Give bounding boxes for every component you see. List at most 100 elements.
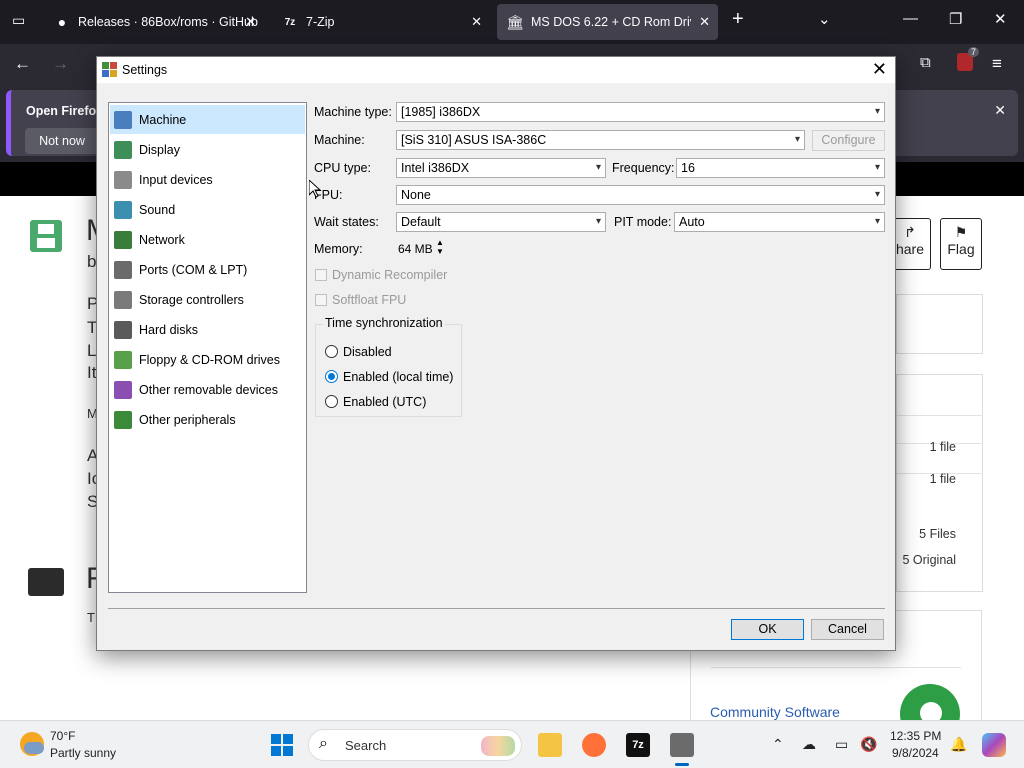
tab-list-icon[interactable]: ▭: [12, 12, 25, 29]
machine-type-select[interactable]: [1985] i386DX ▾: [396, 102, 885, 122]
chevron-down-icon: ▾: [874, 189, 880, 200]
forward-icon[interactable]: →: [52, 54, 69, 74]
tab-title: Releases · 86Box/roms · GitHub: [78, 15, 258, 29]
dynamic-recompiler-checkbox[interactable]: [315, 269, 327, 281]
file-explorer-icon[interactable]: [538, 733, 562, 757]
weather-icon[interactable]: [20, 732, 44, 756]
not-now-button[interactable]: Not now: [25, 128, 99, 154]
machine-select[interactable]: [SiS 310] ASUS ISA-386C ▾: [396, 130, 805, 150]
clock-time[interactable]: 12:35 PM: [890, 729, 941, 743]
chevron-down-icon: ▾: [874, 162, 880, 173]
mouse-cursor-icon: [309, 180, 321, 198]
tab-7zip[interactable]: 7z 7-Zip ✕: [272, 4, 490, 40]
time-sync-group: Time synchronization Disabled Enabled (l…: [315, 316, 462, 417]
minimize-icon[interactable]: —: [903, 10, 918, 27]
category-sound[interactable]: Sound: [110, 195, 305, 224]
close-icon[interactable]: ✕: [872, 59, 887, 80]
display-icon[interactable]: ▭: [835, 736, 848, 753]
category-network[interactable]: Network: [110, 225, 305, 254]
github-icon: ●: [57, 14, 67, 30]
info-panel: [896, 294, 983, 354]
chevron-up-icon[interactable]: ⌃: [772, 736, 784, 753]
extension-badge-count: 7: [967, 47, 979, 57]
search-icon: ⌕: [319, 735, 328, 752]
close-icon[interactable]: ✕: [994, 102, 1006, 119]
configure-button[interactable]: Configure: [812, 130, 885, 151]
new-tab-button[interactable]: +: [732, 8, 744, 31]
back-icon[interactable]: ←: [14, 54, 31, 74]
dialog-title-bar: Settings ✕: [97, 57, 895, 83]
time-sync-title: Time synchronization: [323, 316, 445, 330]
community-software-link[interactable]: Community Software: [710, 704, 840, 720]
restore-icon[interactable]: ❐: [949, 10, 962, 28]
clock-date[interactable]: 9/8/2024: [892, 746, 939, 760]
category-ports[interactable]: Ports (COM & LPT): [110, 255, 305, 284]
cpu-type-select[interactable]: Intel i386DX ▾: [396, 158, 606, 178]
time-sync-local-radio[interactable]: [325, 370, 338, 383]
notification-bell-icon[interactable]: 🔔: [950, 736, 967, 753]
machine-icon: [114, 110, 132, 129]
weather-temperature[interactable]: 70°F: [50, 729, 75, 743]
machine-value: [SiS 310] ASUS ISA-386C: [401, 133, 547, 147]
volume-icon[interactable]: 🔇: [860, 736, 877, 753]
weather-description[interactable]: Partly sunny: [50, 746, 116, 760]
86box-icon[interactable]: [670, 733, 694, 757]
extensions-icon[interactable]: ⧉: [920, 54, 931, 71]
pit-mode-select[interactable]: Auto ▾: [674, 212, 885, 232]
softfloat-fpu-checkbox[interactable]: [315, 294, 327, 306]
cpu-type-value: Intel i386DX: [401, 161, 470, 175]
settings-dialog: Settings ✕ Machine Display Input devices…: [96, 56, 896, 651]
share-label: hare: [895, 241, 925, 257]
close-window-icon[interactable]: ✕: [994, 10, 1007, 28]
flag-button[interactable]: ⚑ Flag: [940, 218, 982, 270]
tab-ms-dos[interactable]: 🏛 MS DOS 6.22 + CD Rom Driver ✕: [497, 4, 718, 40]
chevron-down-icon: ▾: [874, 216, 880, 227]
notification-title: Open Firefox: [26, 104, 104, 118]
divider: [897, 415, 983, 416]
copilot-icon[interactable]: [982, 733, 1006, 757]
ok-button[interactable]: OK: [731, 619, 804, 640]
onedrive-icon[interactable]: ☁: [802, 736, 816, 753]
category-other-peripherals[interactable]: Other peripherals: [110, 405, 305, 434]
windows-logo-icon: [271, 734, 293, 756]
category-display[interactable]: Display: [110, 135, 305, 164]
tab-github[interactable]: ● Releases · 86Box/roms · GitHub ✕: [44, 4, 264, 40]
cancel-button[interactable]: Cancel: [811, 619, 884, 640]
time-sync-disabled-radio[interactable]: [325, 345, 338, 358]
category-storage-controllers[interactable]: Storage controllers: [110, 285, 305, 314]
close-icon[interactable]: ✕: [245, 14, 256, 30]
frequency-select[interactable]: 16 ▾: [676, 158, 885, 178]
search-highlight-icon: [481, 736, 515, 756]
close-icon[interactable]: ✕: [699, 14, 710, 30]
divider: [711, 667, 961, 668]
time-sync-utc-radio[interactable]: [325, 395, 338, 408]
wait-states-select[interactable]: Default ▾: [396, 212, 606, 232]
fpu-select[interactable]: None ▾: [396, 185, 885, 205]
pit-mode-label: PIT mode:: [614, 215, 672, 229]
memory-spinbox[interactable]: 64 MB ▲ ▼: [396, 238, 448, 258]
menu-icon[interactable]: ≡: [992, 54, 1002, 74]
chevron-down-icon[interactable]: ⌄: [818, 10, 831, 28]
softfloat-fpu-label: Softfloat FPU: [332, 293, 407, 307]
keyboard-icon: [114, 170, 132, 189]
category-label: Sound: [139, 202, 176, 217]
share-icon: ↱: [904, 224, 916, 240]
close-icon[interactable]: ✕: [471, 14, 482, 30]
peripherals-icon: [114, 410, 132, 429]
storage-icon: [114, 290, 132, 309]
7zip-icon[interactable]: 7z: [626, 733, 650, 757]
category-label: Input devices: [139, 172, 213, 187]
share-button[interactable]: ↱ hare: [890, 218, 931, 270]
taskbar-search[interactable]: ⌕ Search: [308, 729, 522, 761]
spin-up-icon[interactable]: ▲: [436, 238, 444, 247]
category-hard-disks[interactable]: Hard disks: [110, 315, 305, 344]
spin-down-icon[interactable]: ▼: [436, 247, 444, 256]
category-input-devices[interactable]: Input devices: [110, 165, 305, 194]
machine-label: Machine:: [314, 133, 365, 147]
category-machine[interactable]: Machine: [110, 105, 305, 134]
category-floppy-cdrom[interactable]: Floppy & CD-ROM drives: [110, 345, 305, 374]
ublock-icon[interactable]: 7: [957, 47, 979, 71]
start-icon[interactable]: [270, 733, 294, 757]
firefox-icon[interactable]: [582, 733, 606, 757]
category-removable-devices[interactable]: Other removable devices: [110, 375, 305, 404]
